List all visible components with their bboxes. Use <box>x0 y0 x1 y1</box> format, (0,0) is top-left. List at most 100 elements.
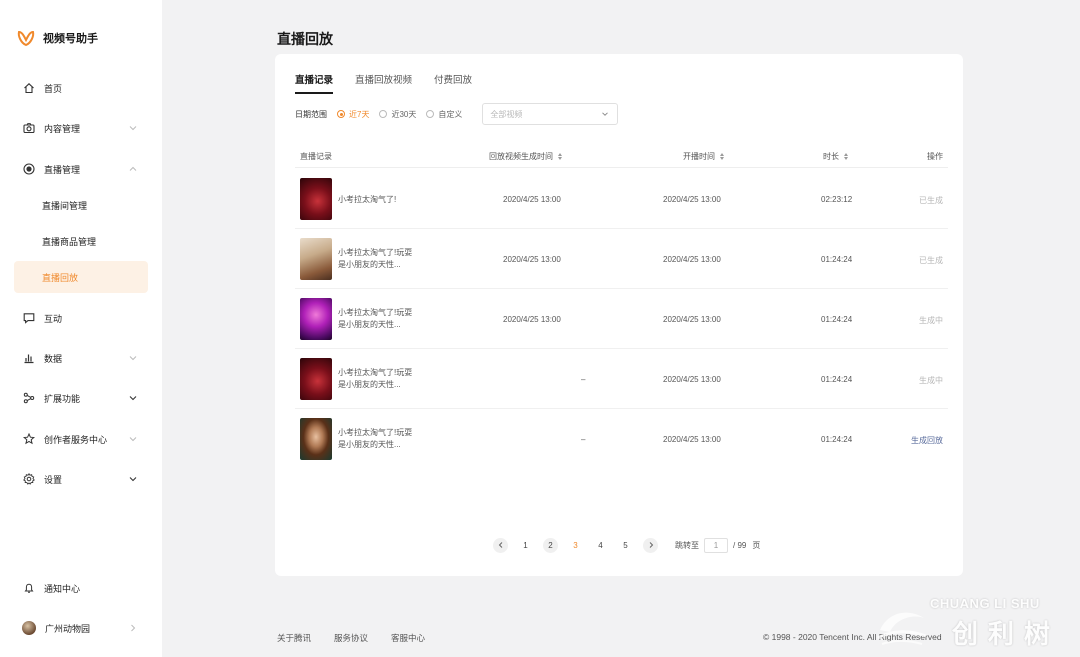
footer-link-support[interactable]: 客服中心 <box>391 632 425 644</box>
duration: 01:24:24 <box>821 435 853 444</box>
sidebar-item-label: 创作者服务中心 <box>44 434 108 445</box>
chevron-down-icon <box>129 437 137 442</box>
page-number-current[interactable]: 3 <box>568 538 583 553</box>
replay-card: 直播记录 直播回放视频 付费回放 日期范围 近7天 近30天 自定义 全部视频 … <box>275 54 963 576</box>
page-number[interactable]: 5 <box>618 538 633 553</box>
start-time: 2020/4/25 13:00 <box>663 435 721 444</box>
sort-icon <box>844 153 848 160</box>
thumb-portrait[interactable] <box>300 418 332 460</box>
notification-center[interactable]: 通知中心 <box>14 572 148 604</box>
thumb-red-stage[interactable] <box>300 358 332 400</box>
duration: 01:24:24 <box>821 315 853 324</box>
tab-replay-videos[interactable]: 直播回放视频 <box>355 72 412 94</box>
replay-time: – <box>581 375 586 384</box>
radio-custom[interactable]: 自定义 <box>426 109 462 120</box>
watermark-text-top: CHUANG LI SHU <box>930 596 1040 611</box>
watermark: CHUANG LI SHU 创利树 <box>872 594 1076 654</box>
home-icon <box>22 82 35 95</box>
sidebar-item-home[interactable]: 首页 <box>14 72 148 104</box>
star-icon <box>22 433 35 446</box>
sidebar-item-label: 设置 <box>44 474 63 485</box>
status-label: 已生成 <box>919 196 943 205</box>
record-title: 小考拉太淘气了!玩耍是小朋友的天性... <box>338 248 413 269</box>
sidebar-item-extensions[interactable]: 扩展功能 <box>14 382 148 414</box>
generate-replay-link[interactable]: 生成回放 <box>911 435 943 446</box>
column-header-duration[interactable]: 时长 <box>823 151 848 162</box>
chevron-down-icon <box>129 126 137 131</box>
duration: 01:24:24 <box>821 375 853 384</box>
video-filter-select[interactable]: 全部视频 <box>482 103 619 125</box>
sidebar-item-label: 互动 <box>44 313 63 324</box>
duration: 01:24:24 <box>821 255 853 264</box>
chevron-down-icon <box>129 477 137 482</box>
record-title: 小考拉太淘气了! <box>338 195 397 204</box>
sidebar: 视频号助手 首页 内容管理 直播管理 直播间管理 直播商品管理 直播回放 互动 … <box>0 0 162 657</box>
page-jump: 跳转至 1 / 99 页 <box>675 537 760 553</box>
chevron-up-icon <box>129 166 137 171</box>
footer-link-about[interactable]: 关于腾讯 <box>277 632 311 644</box>
radio-label: 自定义 <box>438 109 463 119</box>
sidebar-item-live-replay[interactable]: 直播回放 <box>14 261 148 293</box>
sidebar-item-label: 首页 <box>44 83 63 94</box>
thumb-purple-stage[interactable] <box>300 298 332 340</box>
sidebar-item-settings[interactable]: 设置 <box>14 463 148 495</box>
table-header: 直播记录 回放视频生成时间 开播时间 时长 操作 <box>295 142 948 168</box>
date-range-label: 日期范围 <box>295 109 327 119</box>
sidebar-item-label: 内容管理 <box>44 123 81 134</box>
column-header-action: 操作 <box>927 152 943 161</box>
footer-link-terms[interactable]: 服务协议 <box>334 632 368 644</box>
next-page-button[interactable] <box>643 537 658 553</box>
table-row: 小考拉太淘气了!玩耍是小朋友的天性... – 2020/4/25 13:00 0… <box>295 409 948 469</box>
table-row: 小考拉太淘气了!玩耍是小朋友的天性... 2020/4/25 13:00 202… <box>295 289 948 349</box>
footer-links: 关于腾讯 服务协议 客服中心 <box>277 632 425 644</box>
sidebar-item-data[interactable]: 数据 <box>14 342 148 374</box>
select-placeholder: 全部视频 <box>490 109 523 119</box>
gear-icon <box>22 473 35 486</box>
sort-icon <box>720 153 724 160</box>
chevron-down-icon <box>602 112 609 116</box>
bell-icon <box>22 582 35 595</box>
radio-dot <box>337 110 345 118</box>
sidebar-item-interaction[interactable]: 互动 <box>14 302 148 334</box>
start-time: 2020/4/25 13:00 <box>663 195 721 204</box>
status-label: 生成中 <box>919 376 943 385</box>
jump-label: 跳转至 <box>675 540 699 550</box>
radio-7-days[interactable]: 近7天 <box>337 109 369 120</box>
table-row: 小考拉太淘气了! 2020/4/25 13:00 2020/4/25 13:00… <box>295 169 948 229</box>
replay-time: 2020/4/25 13:00 <box>503 315 561 324</box>
sidebar-item-label: 直播回放 <box>42 272 79 283</box>
live-icon <box>22 163 35 176</box>
tab-live-records[interactable]: 直播记录 <box>295 72 334 94</box>
replay-time: 2020/4/25 13:00 <box>503 255 561 264</box>
column-header-start-time[interactable]: 开播时间 <box>683 151 724 162</box>
notification-label: 通知中心 <box>44 583 81 594</box>
brand[interactable]: 视频号助手 <box>16 28 98 48</box>
thumb-guitar[interactable] <box>300 238 332 280</box>
page-number[interactable]: 4 <box>593 538 608 553</box>
tab-paid-replay[interactable]: 付费回放 <box>434 72 472 94</box>
replay-time: 2020/4/25 13:00 <box>503 195 561 204</box>
sort-icon <box>558 153 562 160</box>
page-jump-input[interactable]: 1 <box>704 537 728 553</box>
start-time: 2020/4/25 13:00 <box>663 375 721 384</box>
chevron-right-icon <box>131 624 136 632</box>
column-header-replay-time[interactable]: 回放视频生成时间 <box>489 151 562 162</box>
pagination: 1 2 3 4 5 跳转至 1 / 99 页 <box>488 537 760 553</box>
account-menu[interactable]: 广州动物园 <box>14 612 148 644</box>
sidebar-item-creator-center[interactable]: 创作者服务中心 <box>14 423 148 455</box>
radio-30-days[interactable]: 近30天 <box>379 109 416 120</box>
page-number[interactable]: 1 <box>518 538 533 553</box>
thumb-red-stage[interactable] <box>300 178 332 220</box>
sidebar-item-live[interactable]: 直播管理 <box>14 153 148 185</box>
account-name: 广州动物园 <box>45 623 91 634</box>
sidebar-item-label: 扩展功能 <box>44 393 81 404</box>
status-label: 生成中 <box>919 316 943 325</box>
prev-page-button[interactable] <box>493 537 508 553</box>
page-number[interactable]: 2 <box>543 537 558 553</box>
chat-icon <box>22 312 35 325</box>
sidebar-item-label: 直播商品管理 <box>42 236 97 247</box>
brand-name: 视频号助手 <box>43 33 98 45</box>
sidebar-item-live-room[interactable]: 直播间管理 <box>14 189 148 221</box>
sidebar-item-live-products[interactable]: 直播商品管理 <box>14 225 148 257</box>
sidebar-item-content[interactable]: 内容管理 <box>14 112 148 144</box>
